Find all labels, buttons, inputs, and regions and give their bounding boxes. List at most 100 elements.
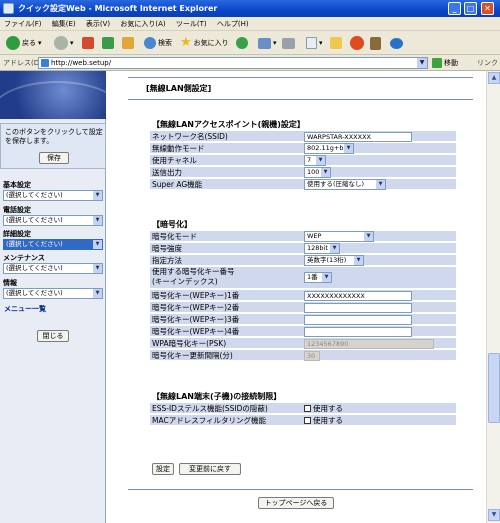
menu-tools[interactable]: ツール(T) xyxy=(176,20,207,28)
address-input[interactable]: http://web.setup/ ▼ xyxy=(38,57,428,69)
stop-button[interactable] xyxy=(82,35,96,51)
keyidx-label-line1: 使用する暗号化キー番号 xyxy=(152,267,235,276)
messenger-button[interactable] xyxy=(350,35,366,51)
key2-row: 暗号化キー(WEPキー)2番 xyxy=(150,302,456,313)
menu-help[interactable]: ヘルプ(H) xyxy=(217,20,249,28)
back-button[interactable]: 戻る ▾ xyxy=(6,35,42,51)
keyidx-row: 使用する暗号化キー番号 (キーインデックス) 1番 ▼ xyxy=(150,267,456,289)
key3-row: 暗号化キー(WEPキー)3番 xyxy=(150,314,456,325)
ssid-input[interactable]: WARPSTAR-XXXXXX xyxy=(304,132,412,142)
strength-select[interactable]: 128bit ▼ xyxy=(304,243,340,254)
print-button[interactable] xyxy=(282,35,297,51)
back-dropdown-icon: ▾ xyxy=(38,39,42,47)
channel-row: 使用チャネル 7 ▼ xyxy=(150,155,456,166)
enc-section-heading: 【暗号化】 xyxy=(152,220,192,229)
edit-button[interactable]: ▾ xyxy=(306,35,323,51)
minimize-button[interactable]: _ xyxy=(448,2,461,15)
discuss-button[interactable] xyxy=(330,35,344,51)
nav-advanced: 詳細設定 (選択してください) ▼ xyxy=(3,230,103,250)
nav-basic-select[interactable]: (選択してください) ▼ xyxy=(3,190,103,201)
nav-phone-select[interactable]: (選択してください) ▼ xyxy=(3,215,103,226)
main-panel: [無線LAN側設定] 【無線LANアクセスポイント(親機)設定】 ネットワーク名… xyxy=(116,71,486,523)
chevron-down-icon: ▼ xyxy=(93,191,102,200)
nav-phone-label: 電話設定 xyxy=(3,206,31,214)
chevron-down-icon: ▼ xyxy=(344,144,353,153)
scroll-down-icon[interactable]: ▼ xyxy=(488,509,500,521)
history-button[interactable] xyxy=(236,35,250,51)
home-button[interactable] xyxy=(122,35,136,51)
address-label: アドレス(D) xyxy=(3,59,42,67)
nav-maintenance-label: メンテナンス xyxy=(3,254,45,262)
links-toolbar[interactable]: リンク xyxy=(477,58,498,68)
encmode-select[interactable]: WEP ▼ xyxy=(304,231,374,242)
menu-view[interactable]: 表示(V) xyxy=(86,20,110,28)
channel-select[interactable]: 7 ▼ xyxy=(304,155,326,166)
key4-input[interactable] xyxy=(304,327,412,337)
research-button[interactable] xyxy=(370,35,383,51)
save-note: このボタンをクリックして設定を保存します。 xyxy=(5,128,103,145)
nav-maintenance: メンテナンス (選択してください) ▼ xyxy=(3,254,103,274)
research-book-icon xyxy=(370,36,381,50)
msn-button[interactable] xyxy=(390,35,405,51)
menu-list-link[interactable]: メニュー一覧 xyxy=(4,304,46,314)
address-bar: アドレス(D) http://web.setup/ ▼ 移動 リンク xyxy=(0,55,500,71)
bottom-divider xyxy=(128,489,473,490)
key3-input[interactable] xyxy=(304,315,412,325)
scroll-thumb[interactable] xyxy=(488,353,500,423)
address-dropdown-icon[interactable]: ▼ xyxy=(417,58,427,68)
save-button[interactable]: 保存 xyxy=(39,152,69,164)
browser-content: このボタンをクリックして設定を保存します。 保存 基本設定 (選択してください)… xyxy=(0,71,500,523)
refresh-button[interactable] xyxy=(102,35,116,51)
printer-icon xyxy=(282,37,295,49)
nav-advanced-select[interactable]: (選択してください) ▼ xyxy=(3,239,103,250)
close-window-button[interactable]: ✕ xyxy=(481,2,494,15)
mail-button[interactable]: ▾ xyxy=(258,35,277,51)
nav-basic-label: 基本設定 xyxy=(3,181,31,189)
go-button[interactable]: 移動 xyxy=(432,58,458,68)
back-arrow-icon xyxy=(6,36,20,50)
superag-select[interactable]: 使用する(圧縮なし) ▼ xyxy=(304,179,386,190)
key1-input[interactable]: XXXXXXXXXXXXX xyxy=(304,291,412,301)
discuss-icon xyxy=(330,37,342,49)
chevron-down-icon: ▼ xyxy=(93,264,102,273)
stealth-checkbox[interactable] xyxy=(304,405,311,412)
set-button[interactable]: 設定 xyxy=(152,463,174,475)
search-button[interactable]: 検索 xyxy=(144,35,172,51)
close-button[interactable]: 閉じる xyxy=(37,330,69,342)
stealth-row: ESS-IDステルス機能(SSIDの隠蔽) 使用する xyxy=(150,403,456,414)
power-select[interactable]: 100 ▼ xyxy=(304,167,331,178)
revert-button[interactable]: 変更前に戻す xyxy=(179,463,241,475)
ie-app-icon xyxy=(3,3,14,14)
favorites-button[interactable]: ★ お気に入り xyxy=(180,35,229,51)
vertical-scrollbar[interactable]: ▲ ▼ xyxy=(486,71,500,523)
nav-info-select[interactable]: (選択してください) ▼ xyxy=(3,288,103,299)
forward-button[interactable]: ▾ xyxy=(54,35,74,51)
window-title: クイック設定Web - Microsoft Internet Explorer xyxy=(18,4,218,13)
mode-select[interactable]: 802.11g+b ▼ xyxy=(304,143,354,154)
method-select[interactable]: 英数字(13桁) ▼ xyxy=(304,255,364,266)
key4-row: 暗号化キー(WEPキー)4番 xyxy=(150,326,456,337)
nav-basic: 基本設定 (選択してください) ▼ xyxy=(3,181,103,201)
interval-input[interactable]: 30 xyxy=(304,351,320,361)
mail-icon xyxy=(258,37,271,49)
mac-checkbox-label: 使用する xyxy=(313,416,343,425)
back-to-top-button[interactable]: トップページへ戻る xyxy=(258,497,334,509)
menu-file[interactable]: ファイル(F) xyxy=(4,20,42,28)
mac-checkbox[interactable] xyxy=(304,417,311,424)
history-icon xyxy=(236,37,248,49)
keyidx-select[interactable]: 1番 ▼ xyxy=(304,272,332,283)
menu-favorites[interactable]: お気に入り(A) xyxy=(120,20,165,28)
page-title: [無線LAN側設定] xyxy=(146,84,212,93)
sidebar: このボタンをクリックして設定を保存します。 保存 基本設定 (選択してください)… xyxy=(0,71,106,523)
psk-input[interactable]: 1234567890 xyxy=(304,339,434,349)
key1-row: 暗号化キー(WEPキー)1番 XXXXXXXXXXXXX xyxy=(150,290,456,301)
scroll-up-icon[interactable]: ▲ xyxy=(488,72,500,84)
key2-input[interactable] xyxy=(304,303,412,313)
menu-edit[interactable]: 編集(E) xyxy=(52,20,76,28)
nav-maintenance-select[interactable]: (選択してください) ▼ xyxy=(3,263,103,274)
chevron-down-icon: ▼ xyxy=(330,244,339,253)
maximize-button[interactable]: □ xyxy=(464,2,477,15)
chevron-down-icon: ▼ xyxy=(322,273,331,282)
edit-page-icon xyxy=(306,37,317,49)
star-icon: ★ xyxy=(180,35,192,50)
